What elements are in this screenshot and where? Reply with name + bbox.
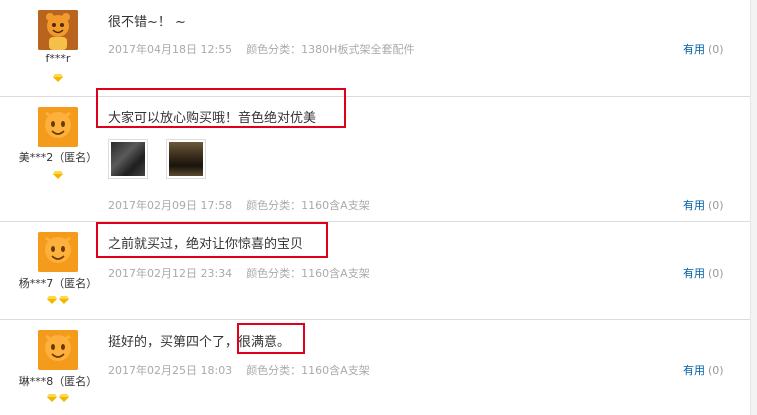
useful-control: 有用 (0) <box>683 362 724 378</box>
color-category: 颜色分类：1380H板式架全套配件 <box>246 43 415 56</box>
review-list: f***r 很不错~！ ~ 2017年04月18日 12:55 颜色分类：1380… <box>0 0 757 415</box>
review-date: 2017年02月12日 23:34 <box>108 267 233 280</box>
review-item: 杨***7（匿名） 之前就买过，绝对让你惊喜的宝贝 2017年02月12日 23… <box>0 222 750 318</box>
avatar[interactable] <box>38 232 78 272</box>
useful-button[interactable]: 有用 <box>683 199 705 212</box>
highlight-box <box>237 323 305 354</box>
color-category: 颜色分类：1160含A支架 <box>246 364 370 377</box>
scrollbar[interactable] <box>750 0 757 415</box>
useful-count: (0) <box>708 267 724 280</box>
username[interactable]: f***r <box>0 52 116 65</box>
useful-count: (0) <box>708 43 724 56</box>
useful-button[interactable]: 有用 <box>683 267 705 280</box>
user-level-badges <box>0 394 116 404</box>
useful-button[interactable]: 有用 <box>683 43 705 56</box>
useful-control: 有用 (0) <box>683 197 724 213</box>
review-comment: 很不错~！ ~ <box>108 15 186 30</box>
review-date: 2017年02月09日 17:58 <box>108 199 233 212</box>
color-category: 颜色分类：1160含A支架 <box>246 267 370 280</box>
review-comment-text: 挺好的，买第四个了， <box>108 335 239 350</box>
useful-count: (0) <box>708 364 724 377</box>
diamond-badge-icon <box>47 296 57 304</box>
avatar[interactable] <box>38 330 78 370</box>
useful-count: (0) <box>708 199 724 212</box>
review-date: 2017年02月25日 18:03 <box>108 364 233 377</box>
review-meta: 2017年02月12日 23:34 颜色分类：1160含A支架 <box>108 265 370 281</box>
username[interactable]: 美***2（匿名） <box>0 149 116 165</box>
review-meta: 2017年02月09日 17:58 颜色分类：1160含A支架 <box>108 197 370 213</box>
useful-control: 有用 (0) <box>683 41 724 57</box>
review-date: 2017年04月18日 12:55 <box>108 43 233 56</box>
review-photo[interactable] <box>108 139 148 179</box>
diamond-badge-icon <box>53 74 63 82</box>
review-item: 美***2（匿名） 大家可以放心购买哦！音色绝对优美 2017年02月09日 1… <box>0 88 750 221</box>
avatar[interactable] <box>38 10 78 50</box>
avatar[interactable] <box>38 107 78 147</box>
user-level-badges <box>0 171 116 181</box>
diamond-badge-icon <box>53 171 63 179</box>
review-comment: 之前就买过，绝对让你惊喜的宝贝 <box>108 237 304 252</box>
diamond-badge-icon <box>47 394 57 402</box>
review-item: 琳***8（匿名） 挺好的，买第四个了，很满意。 2017年02月25日 18:… <box>0 320 750 415</box>
useful-control: 有用 (0) <box>683 265 724 281</box>
review-meta: 2017年04月18日 12:55 颜色分类：1380H板式架全套配件 <box>108 41 414 57</box>
review-comment: 大家可以放心购买哦！音色绝对优美 <box>108 111 317 126</box>
review-photo[interactable] <box>166 139 206 179</box>
diamond-badge-icon <box>59 296 69 304</box>
user-level-badges <box>0 296 116 306</box>
diamond-badge-icon <box>59 394 69 402</box>
color-category: 颜色分类：1160含A支架 <box>246 199 370 212</box>
review-meta: 2017年02月25日 18:03 颜色分类：1160含A支架 <box>108 362 370 378</box>
useful-button[interactable]: 有用 <box>683 364 705 377</box>
user-level-badges <box>0 74 116 84</box>
username[interactable]: 杨***7（匿名） <box>0 275 116 291</box>
username[interactable]: 琳***8（匿名） <box>0 373 116 389</box>
review-item: f***r 很不错~！ ~ 2017年04月18日 12:55 颜色分类：1380… <box>0 0 750 96</box>
